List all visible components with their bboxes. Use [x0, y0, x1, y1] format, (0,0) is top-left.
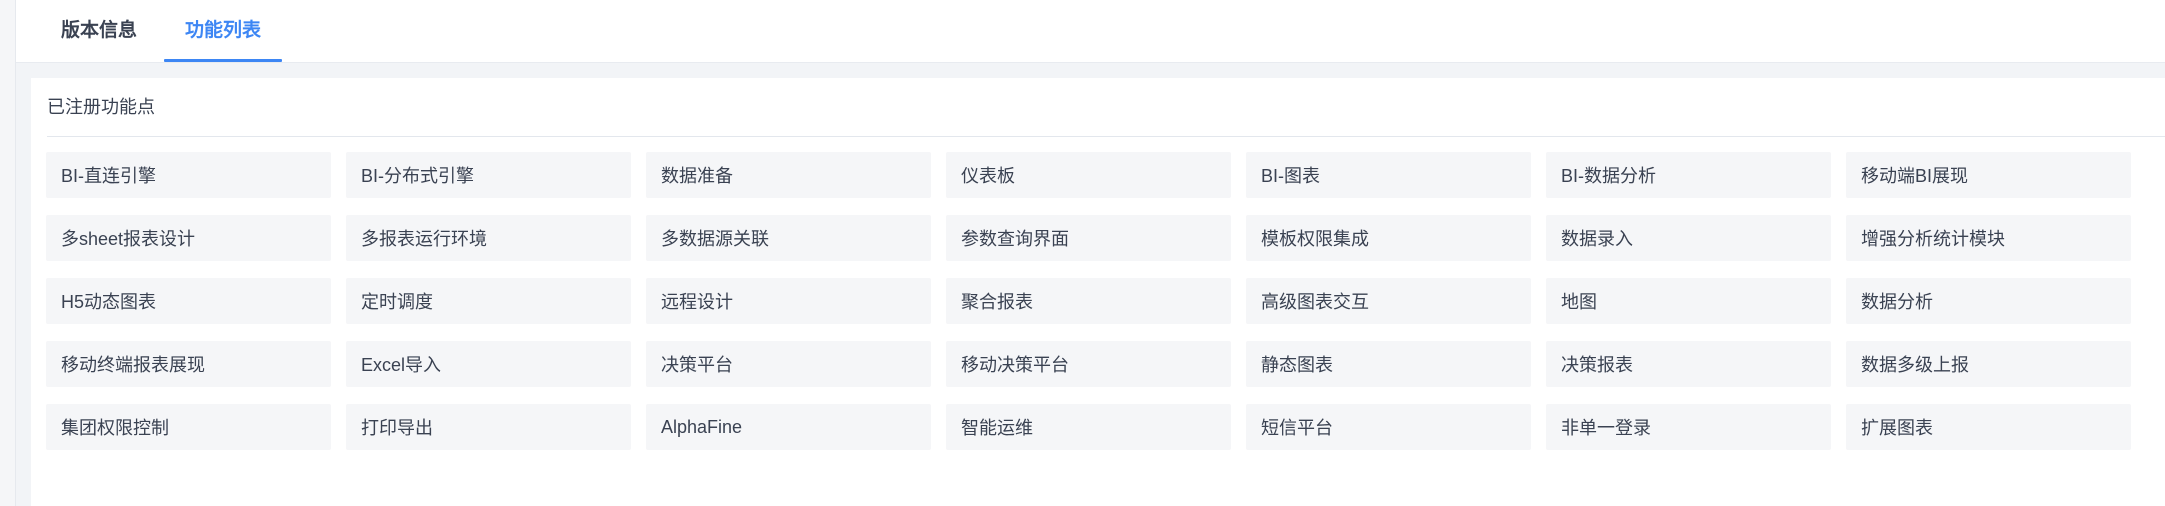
feature-item: 移动终端报表展现	[46, 341, 331, 387]
feature-item: 多数据源关联	[646, 215, 931, 261]
registered-features-panel: 已注册功能点 BI-直连引擎 BI-分布式引擎 数据准备 仪表板 BI-图表 BI-数据分…	[31, 78, 2165, 506]
feature-item: 智能运维	[946, 404, 1231, 450]
feature-item: 远程设计	[646, 278, 931, 324]
feature-item: 打印导出	[346, 404, 631, 450]
tab-feature-list[interactable]: 功能列表	[164, 0, 282, 62]
feature-item: 多报表运行环境	[346, 215, 631, 261]
feature-item: 移动决策平台	[946, 341, 1231, 387]
feature-item: 增强分析统计模块	[1846, 215, 2131, 261]
feature-item: 参数查询界面	[946, 215, 1231, 261]
section-title: 已注册功能点	[47, 97, 155, 117]
feature-item: BI-图表	[1246, 152, 1531, 198]
section-divider	[47, 136, 2165, 137]
left-edge-strip	[0, 0, 16, 506]
feature-item: 数据多级上报	[1846, 341, 2131, 387]
feature-item: 移动端BI展现	[1846, 152, 2131, 198]
feature-item: 决策平台	[646, 341, 931, 387]
feature-item: H5动态图表	[46, 278, 331, 324]
feature-item: 模板权限集成	[1246, 215, 1531, 261]
feature-item: 数据准备	[646, 152, 931, 198]
feature-grid: BI-直连引擎 BI-分布式引擎 数据准备 仪表板 BI-图表 BI-数据分析 移动端BI展…	[46, 152, 2131, 450]
tab-version-info[interactable]: 版本信息	[54, 0, 144, 62]
feature-item: 仪表板	[946, 152, 1231, 198]
feature-item: BI-直连引擎	[46, 152, 331, 198]
feature-item: 定时调度	[346, 278, 631, 324]
feature-item: 多sheet报表设计	[46, 215, 331, 261]
feature-item: 聚合报表	[946, 278, 1231, 324]
feature-item: Excel导入	[346, 341, 631, 387]
feature-item: 数据录入	[1546, 215, 1831, 261]
feature-item: 集团权限控制	[46, 404, 331, 450]
feature-item: 非单一登录	[1546, 404, 1831, 450]
feature-list-page: 版本信息 功能列表 已注册功能点 BI-直连引擎 BI-分布式引擎 数据准备 仪表板 B…	[0, 0, 2165, 506]
feature-item: 静态图表	[1246, 341, 1531, 387]
feature-item: 决策报表	[1546, 341, 1831, 387]
feature-item: 地图	[1546, 278, 1831, 324]
active-tab-indicator	[164, 59, 282, 62]
feature-item: 数据分析	[1846, 278, 2131, 324]
feature-item: 扩展图表	[1846, 404, 2131, 450]
feature-item: 短信平台	[1246, 404, 1531, 450]
feature-item: BI-数据分析	[1546, 152, 1831, 198]
tab-label: 版本信息	[60, 20, 137, 41]
feature-item: AlphaFine	[646, 404, 931, 450]
feature-item: 高级图表交互	[1246, 278, 1531, 324]
tab-bar: 版本信息 功能列表	[16, 0, 2165, 63]
tab-label: 功能列表	[184, 20, 261, 41]
feature-item: BI-分布式引擎	[346, 152, 631, 198]
